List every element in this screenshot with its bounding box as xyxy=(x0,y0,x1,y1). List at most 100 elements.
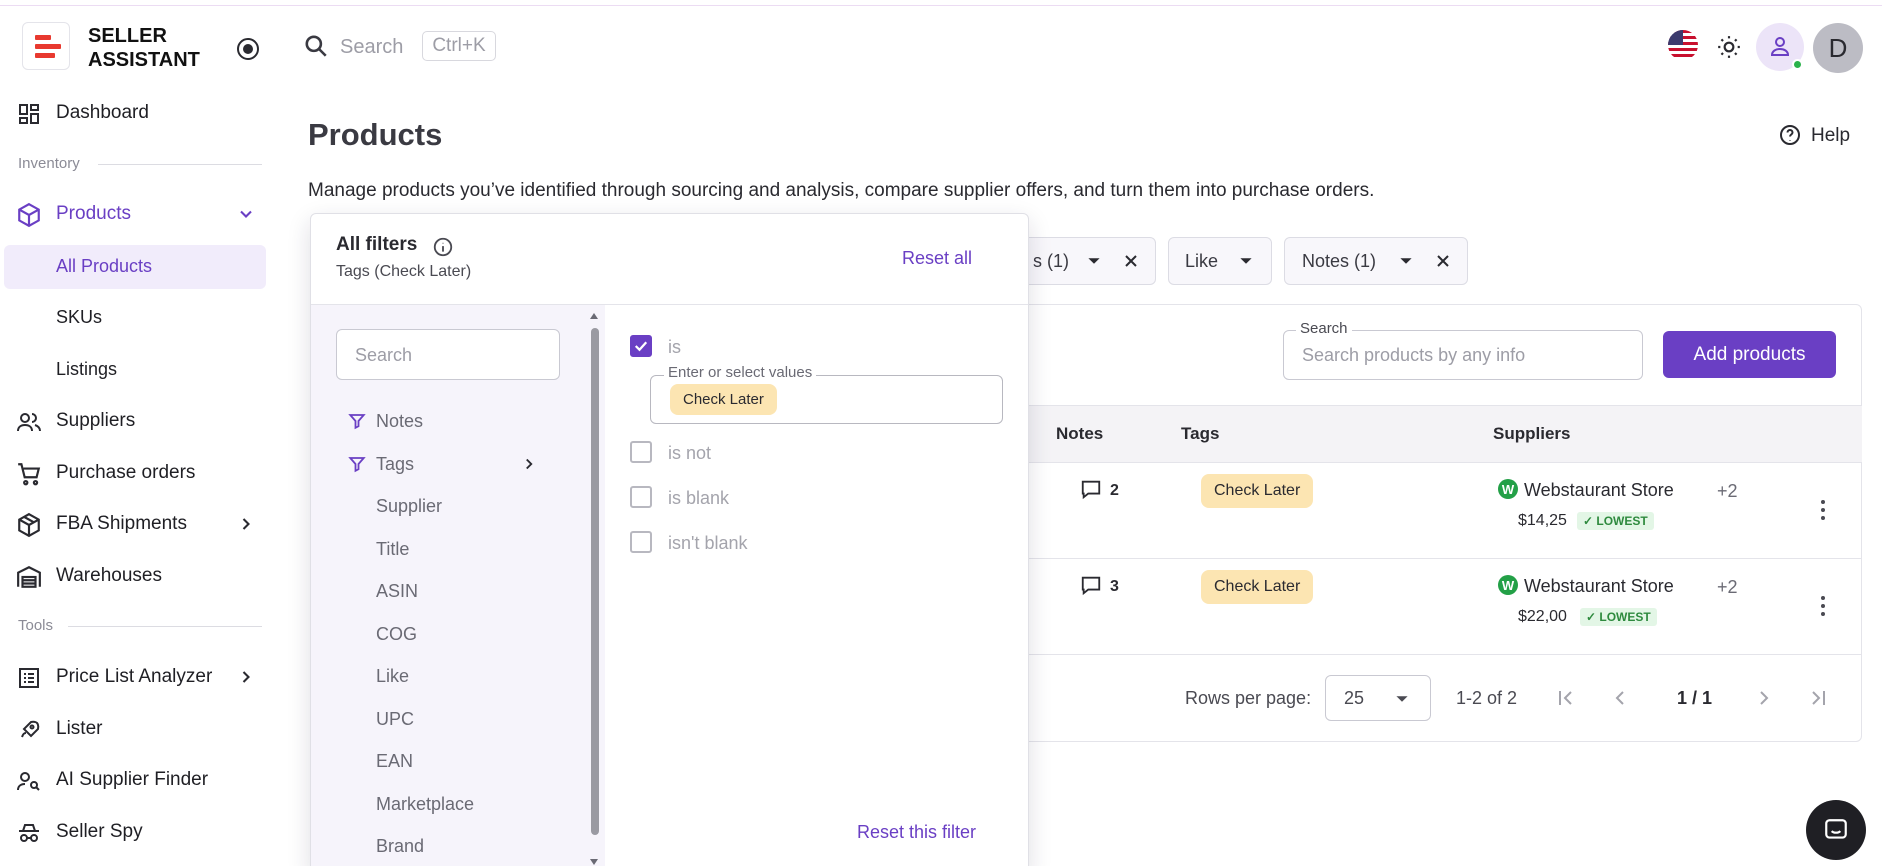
box-icon xyxy=(16,202,42,228)
divider xyxy=(68,626,262,627)
column-header-suppliers[interactable]: Suppliers xyxy=(1493,424,1570,444)
selected-value-chip[interactable]: Check Later xyxy=(670,384,777,415)
chevron-right-icon[interactable] xyxy=(236,667,256,693)
sidebar-item-ai-supplier-finder[interactable]: AI Supplier Finder xyxy=(0,759,270,801)
sidebar-item-warehouses[interactable]: Warehouses xyxy=(0,555,270,597)
filter-chip-notes[interactable]: Notes (1) xyxy=(1284,237,1468,285)
chevron-down-icon[interactable] xyxy=(236,204,256,230)
search-label: Search xyxy=(1296,320,1352,337)
row-menu-icon[interactable] xyxy=(1821,596,1825,620)
option-is-checkbox[interactable] xyxy=(630,335,652,357)
sidebar-item-listings[interactable]: Listings xyxy=(56,359,117,380)
sidebar-item-price-list-analyzer[interactable]: Price List Analyzer xyxy=(0,656,270,698)
theme-toggle-icon[interactable] xyxy=(1716,34,1742,65)
us-flag-icon[interactable] xyxy=(1668,30,1698,60)
app-logo[interactable] xyxy=(22,22,70,70)
caret-down-icon xyxy=(1400,258,1412,264)
sidebar-item-label: Dashboard xyxy=(56,102,149,123)
info-icon[interactable] xyxy=(432,236,454,263)
add-products-button[interactable]: Add products xyxy=(1663,331,1836,378)
search-icon[interactable] xyxy=(303,33,329,64)
page-description: Manage products you’ve identified throug… xyxy=(308,180,1375,201)
filter-field-marketplace[interactable]: Marketplace xyxy=(376,794,474,815)
tag-badge[interactable]: Check Later xyxy=(1201,474,1314,508)
chat-icon xyxy=(1825,819,1847,839)
close-icon[interactable] xyxy=(1123,253,1139,269)
help-link[interactable]: Help xyxy=(1811,125,1850,147)
brand-name: SELLER ASSISTANT xyxy=(88,24,200,72)
chat-support-button[interactable] xyxy=(1806,800,1866,860)
chevron-right-icon xyxy=(520,455,538,478)
brand-line1: SELLER xyxy=(88,25,167,47)
supplier-name[interactable]: Webstaurant Store xyxy=(1524,480,1674,501)
caret-down-icon xyxy=(1088,258,1100,264)
sidebar-item-seller-spy[interactable]: Seller Spy xyxy=(0,811,270,853)
filter-field-upc[interactable]: UPC xyxy=(376,709,414,730)
sidebar-item-dashboard[interactable]: Dashboard xyxy=(0,92,270,134)
filter-field-asin[interactable]: ASIN xyxy=(376,581,418,602)
filters-title: All filters xyxy=(336,234,418,255)
reset-this-filter-button[interactable]: Reset this filter xyxy=(857,822,976,843)
reset-all-button[interactable]: Reset all xyxy=(902,248,972,269)
sidebar-item-label: AI Supplier Finder xyxy=(56,769,209,790)
sidebar-item-all-products[interactable]: All Products xyxy=(56,256,152,277)
sidebar-item-label: Suppliers xyxy=(56,410,136,431)
last-page-icon[interactable] xyxy=(1806,686,1830,715)
filter-active-icon xyxy=(348,455,366,478)
notes-count: 3 xyxy=(1110,578,1119,595)
filter-field-title[interactable]: Title xyxy=(376,539,409,560)
option-is-blank-checkbox[interactable] xyxy=(630,486,652,508)
close-icon[interactable] xyxy=(1435,253,1451,269)
rows-per-page-select[interactable]: 25 xyxy=(1325,675,1431,721)
help-icon[interactable] xyxy=(1778,123,1802,152)
account-button[interactable] xyxy=(1756,23,1804,71)
filter-field-brand[interactable]: Brand xyxy=(376,836,424,857)
option-is-not-checkbox[interactable] xyxy=(630,441,652,463)
prev-page-icon[interactable] xyxy=(1608,686,1632,715)
filter-field-tags[interactable]: Tags xyxy=(376,454,414,475)
option-isnt-blank-checkbox[interactable] xyxy=(630,531,652,553)
filter-field-notes[interactable]: Notes xyxy=(376,411,423,432)
supplier-name[interactable]: Webstaurant Store xyxy=(1524,576,1674,597)
user-search-icon xyxy=(16,768,42,794)
option-is-label: is xyxy=(668,337,681,357)
scrollbar-thumb[interactable] xyxy=(591,328,599,835)
column-header-notes[interactable]: Notes xyxy=(1056,424,1103,444)
sidebar-item-fba-shipments[interactable]: FBA Shipments xyxy=(0,503,270,545)
filter-field-supplier[interactable]: Supplier xyxy=(376,496,442,517)
page-title: Products xyxy=(308,117,443,152)
sidebar-item-purchase-orders[interactable]: Purchase orders xyxy=(0,452,270,494)
sidebar-item-lister[interactable]: Lister xyxy=(0,708,270,750)
filter-chip-like[interactable]: Like xyxy=(1168,237,1272,285)
more-suppliers[interactable]: +2 xyxy=(1717,481,1738,502)
check-icon xyxy=(634,341,648,352)
sidebar-item-products[interactable]: Products xyxy=(0,193,270,235)
lowest-badge: ✓ LOWEST xyxy=(1577,512,1654,530)
comment-icon[interactable] xyxy=(1080,478,1102,505)
sidebar-item-skus[interactable]: SKUs xyxy=(56,307,102,328)
filter-field-ean[interactable]: EAN xyxy=(376,751,413,772)
more-suppliers[interactable]: +2 xyxy=(1717,577,1738,598)
filter-field-cog[interactable]: COG xyxy=(376,624,417,645)
pin-sidebar-icon[interactable] xyxy=(237,38,259,60)
rocket-icon xyxy=(16,717,42,743)
tag-badge[interactable]: Check Later xyxy=(1201,570,1314,604)
chevron-right-icon[interactable] xyxy=(236,514,256,540)
table-header xyxy=(1020,405,1862,463)
first-page-icon[interactable] xyxy=(1554,686,1578,715)
divider xyxy=(311,304,1028,305)
sidebar-item-label: Purchase orders xyxy=(56,462,196,483)
next-page-icon[interactable] xyxy=(1752,686,1776,715)
row-menu-icon[interactable] xyxy=(1821,500,1825,524)
warehouse-icon xyxy=(16,564,42,590)
column-header-tags[interactable]: Tags xyxy=(1181,424,1219,444)
chip-label: s (1) xyxy=(1033,250,1069,271)
chip-label: Like xyxy=(1185,250,1219,271)
sidebar-item-suppliers[interactable]: Suppliers xyxy=(0,400,270,442)
avatar[interactable]: D xyxy=(1813,23,1863,73)
filter-field-like[interactable]: Like xyxy=(376,666,409,687)
comment-icon[interactable] xyxy=(1080,574,1102,601)
filter-search-input[interactable]: Search xyxy=(336,329,560,380)
global-search-input[interactable]: Search xyxy=(340,36,403,59)
lowest-badge: ✓ LOWEST xyxy=(1580,608,1657,626)
